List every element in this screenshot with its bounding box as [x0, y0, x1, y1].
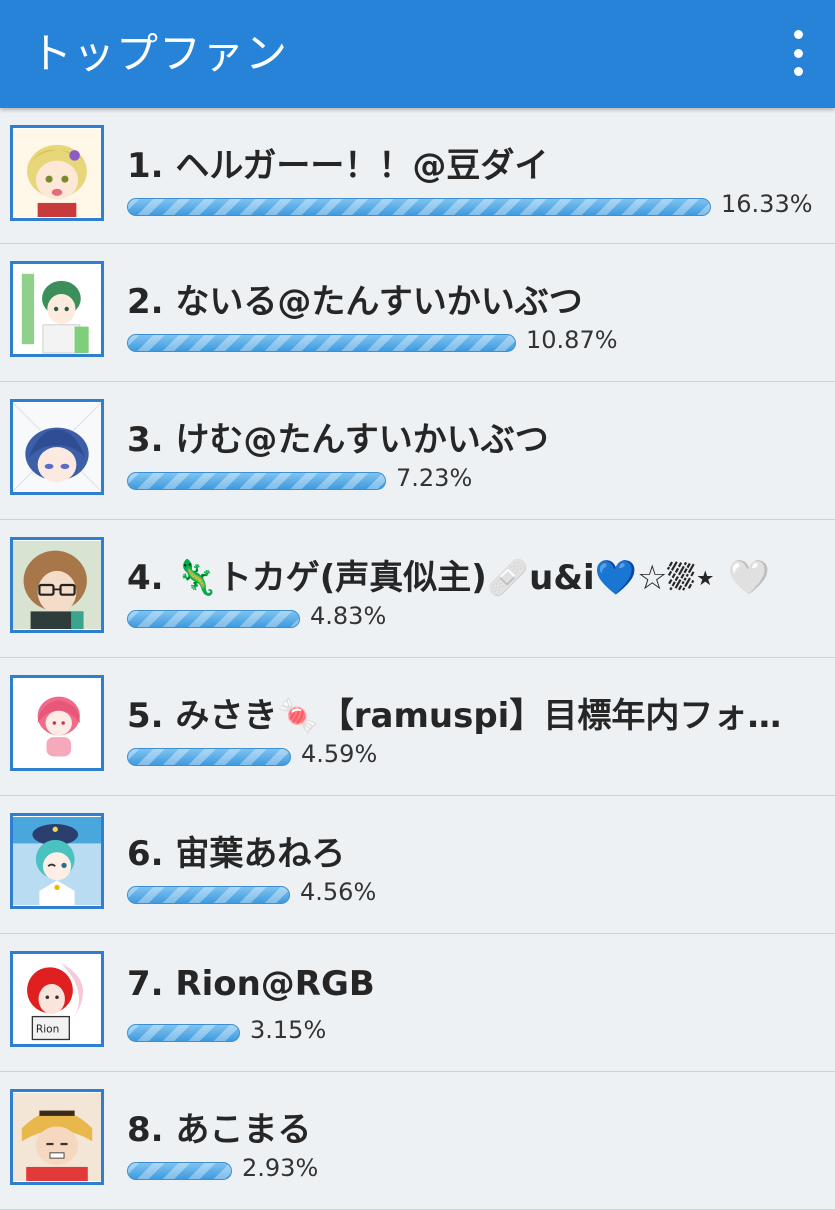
fan-name: 6. 宙葉あねろ — [127, 834, 346, 874]
avatar[interactable] — [10, 537, 104, 633]
page-title: トップファン — [30, 29, 289, 78]
share-bar-track: 2.93% — [127, 1154, 817, 1184]
fan-name: 2. ないる@たんすいかいぶつ — [127, 282, 583, 322]
avatar[interactable] — [10, 125, 104, 221]
share-percent: 4.83% — [310, 602, 387, 630]
share-bar-track: 4.83% — [127, 602, 817, 632]
share-percent: 2.93% — [242, 1154, 319, 1182]
share-bar — [127, 334, 516, 352]
fan-name: 3. けむ@たんすいかいぶつ — [127, 420, 549, 460]
avatar[interactable] — [10, 1089, 104, 1185]
share-bar — [127, 610, 300, 628]
fan-name: 8. あこまる — [127, 1110, 312, 1150]
share-percent: 10.87% — [526, 326, 618, 354]
share-percent: 3.15% — [250, 1016, 327, 1044]
share-bar — [127, 1162, 232, 1180]
fan-row[interactable]: Rion 7. Rion@RGB 3.15% — [0, 934, 835, 1072]
avatar[interactable] — [10, 261, 104, 357]
avatar[interactable] — [10, 813, 104, 909]
avatar[interactable] — [10, 675, 104, 771]
fan-name: 4. 🦎トカゲ(声真似主)🩹u&i💙☆⛆⋆ 🤍 — [127, 558, 771, 598]
share-bar-track: 3.15% — [127, 1016, 817, 1046]
share-bar — [127, 1024, 240, 1042]
share-percent: 4.56% — [300, 878, 377, 906]
share-bar — [127, 748, 291, 766]
share-bar-track: 4.59% — [127, 740, 817, 770]
share-bar-track: 16.33% — [127, 190, 817, 220]
fan-row[interactable]: 4. 🦎トカゲ(声真似主)🩹u&i💙☆⛆⋆ 🤍 4.83% — [0, 520, 835, 658]
fan-row[interactable]: 5. みさき🍬【ramuspi】目標年内フォ… 4.59% — [0, 658, 835, 796]
more-vert-icon[interactable] — [783, 30, 813, 76]
menu-dot — [793, 30, 803, 39]
fan-list: 1. ヘルガーー！！@豆ダイ 16.33% 2. ないる@たんすいかいぶつ 10… — [0, 108, 835, 1210]
avatar[interactable] — [10, 399, 104, 495]
share-percent: 16.33% — [721, 190, 813, 218]
fan-name: 5. みさき🍬【ramuspi】目標年内フォ… — [127, 696, 782, 736]
fan-row[interactable]: 1. ヘルガーー！！@豆ダイ 16.33% — [0, 108, 835, 244]
fan-row[interactable]: 8. あこまる 2.93% — [0, 1072, 835, 1210]
share-bar — [127, 886, 290, 904]
share-bar — [127, 472, 386, 490]
fan-name: 7. Rion@RGB — [127, 964, 375, 1004]
share-percent: 4.59% — [301, 740, 378, 768]
avatar[interactable]: Rion — [10, 951, 104, 1047]
svg-text:Rion: Rion — [36, 1023, 59, 1035]
fan-row[interactable]: 6. 宙葉あねろ 4.56% — [0, 796, 835, 934]
fan-row[interactable]: 3. けむ@たんすいかいぶつ 7.23% — [0, 382, 835, 520]
share-bar-track: 4.56% — [127, 878, 817, 908]
share-bar-track: 7.23% — [127, 464, 817, 494]
share-bar-track: 10.87% — [127, 326, 817, 356]
menu-dot — [793, 48, 803, 58]
fan-row[interactable]: 2. ないる@たんすいかいぶつ 10.87% — [0, 244, 835, 382]
app-bar: トップファン — [0, 0, 835, 108]
share-bar — [127, 198, 711, 216]
menu-dot — [793, 67, 803, 76]
share-percent: 7.23% — [396, 464, 473, 492]
fan-name: 1. ヘルガーー！！@豆ダイ — [127, 146, 549, 186]
